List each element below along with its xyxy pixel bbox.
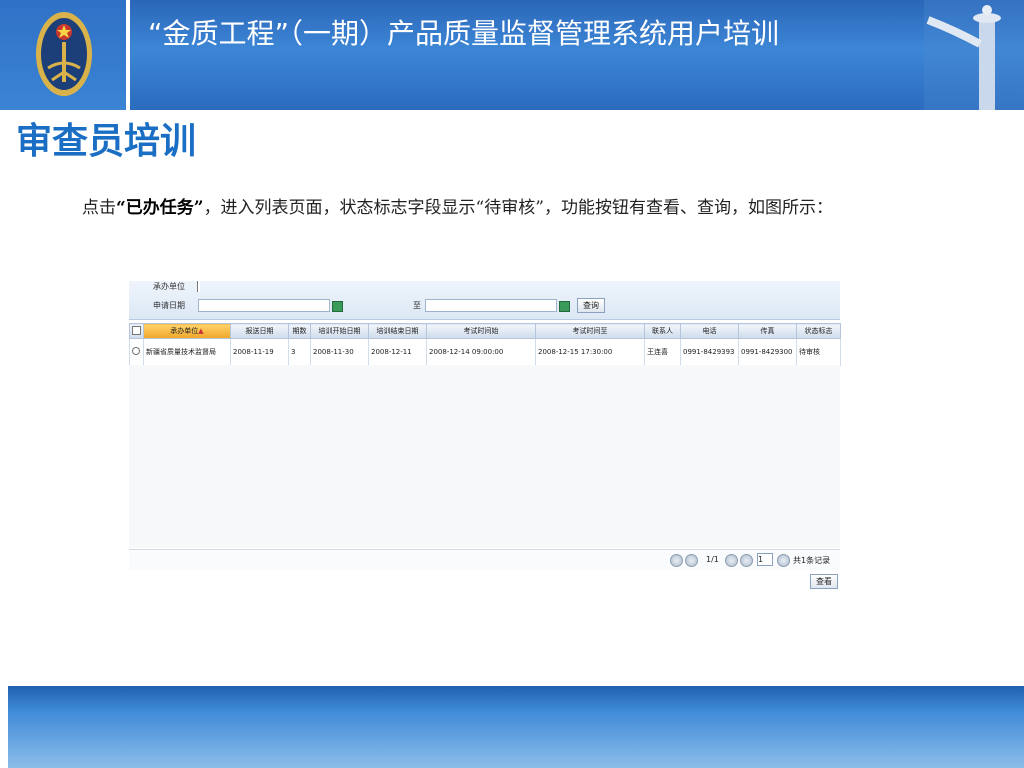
slide-footer — [8, 686, 1024, 768]
table-empty-area — [129, 365, 840, 548]
table-cell: 2008-12-15 17:30:00 — [535, 338, 645, 366]
instruction-part1: 点击 — [82, 198, 116, 218]
unit-label: 承办单位 — [153, 282, 185, 291]
table-cell: 2008-11-30 — [310, 338, 369, 366]
row-radio[interactable] — [129, 338, 144, 366]
record-count: 共1条记录 — [793, 556, 831, 565]
emblem-icon — [36, 12, 92, 96]
instruction-highlight: “已办任务” — [116, 198, 204, 218]
task-table: 承办单位▲ 报送日期 期数 培训开始日期 培训结束日期 考试时间始 考试时间至 … — [129, 323, 841, 366]
column-header[interactable]: 考试时间至 — [535, 323, 645, 339]
slide-title: “金质工程”（一期）产品质量监督管理系统用户培训 — [148, 17, 780, 50]
table-cell: 2008-12-14 09:00:00 — [426, 338, 536, 366]
table-row[interactable]: 新疆省质量技术监督局 2008-11-19 3 2008-11-30 2008-… — [129, 338, 841, 366]
start-date-input[interactable] — [198, 299, 330, 312]
table-cell: 新疆省质量技术监督局 — [143, 338, 231, 366]
sort-asc-icon: ▲ — [198, 327, 204, 335]
calendar-icon[interactable] — [559, 301, 570, 312]
column-header[interactable]: 承办单位▲ — [143, 323, 231, 339]
go-page-icon[interactable] — [777, 554, 790, 567]
table-cell: 0991-8429300 — [738, 338, 797, 366]
column-header[interactable]: 状态标志 — [796, 323, 841, 339]
date-label: 申请日期 — [153, 301, 185, 310]
query-button[interactable]: 查询 — [577, 298, 605, 313]
table-header-row: 承办单位▲ 报送日期 期数 培训开始日期 培训结束日期 考试时间始 考试时间至 … — [129, 323, 841, 339]
filter-panel: 承办单位 申请日期 至 查询 — [129, 281, 840, 320]
table-cell: 2008-12-11 — [368, 338, 427, 366]
table-cell: 0991-8429393 — [680, 338, 739, 366]
to-label: 至 — [413, 301, 421, 310]
table-cell: 3 — [288, 338, 311, 366]
column-header[interactable]: 电话 — [680, 323, 739, 339]
slide-header: “金质工程”（一期）产品质量监督管理系统用户培训 — [0, 0, 1024, 110]
next-page-icon[interactable] — [725, 554, 738, 567]
app-screenshot: 承办单位 申请日期 至 查询 承办单位▲ 报送日期 期数 培训开始日期 培训结束… — [129, 281, 841, 590]
view-button[interactable]: 查看 — [810, 574, 838, 589]
instruction-text: 点击“已办任务”，进入列表页面，状态标志字段显示“待审核”，功能按钮有查看、查询… — [34, 194, 1004, 222]
column-header[interactable]: 报送日期 — [230, 323, 289, 339]
column-header[interactable]: 联系人 — [644, 323, 681, 339]
column-header[interactable]: 期数 — [288, 323, 311, 339]
last-page-icon[interactable] — [740, 554, 753, 567]
pagination-bar: 1/1 1 共1条记录 — [129, 549, 840, 570]
prev-page-icon[interactable] — [685, 554, 698, 567]
huabiao-monument-icon — [924, 0, 1024, 110]
page-number-input[interactable]: 1 — [757, 553, 773, 566]
column-header[interactable]: 传真 — [738, 323, 797, 339]
table-cell: 待审核 — [796, 338, 841, 366]
column-header-label: 承办单位 — [170, 327, 199, 335]
table-cell: 2008-11-19 — [230, 338, 289, 366]
select-all-checkbox[interactable] — [129, 323, 144, 339]
action-bar: 查看 — [129, 569, 840, 590]
section-heading: 审查员培训 — [16, 120, 197, 162]
column-header[interactable]: 考试时间始 — [426, 323, 536, 339]
table-cell: 王连喜 — [644, 338, 681, 366]
first-page-icon[interactable] — [670, 554, 683, 567]
calendar-icon[interactable] — [332, 301, 343, 312]
page-info: 1/1 — [706, 555, 719, 564]
column-header[interactable]: 培训结束日期 — [368, 323, 427, 339]
end-date-input[interactable] — [425, 299, 557, 312]
column-header[interactable]: 培训开始日期 — [310, 323, 369, 339]
unit-input[interactable] — [197, 281, 200, 292]
logo-panel — [0, 0, 130, 110]
instruction-part2: ，进入列表页面，状态标志字段显示“待审核”，功能按钮有查看、查询，如图所示： — [203, 198, 833, 218]
